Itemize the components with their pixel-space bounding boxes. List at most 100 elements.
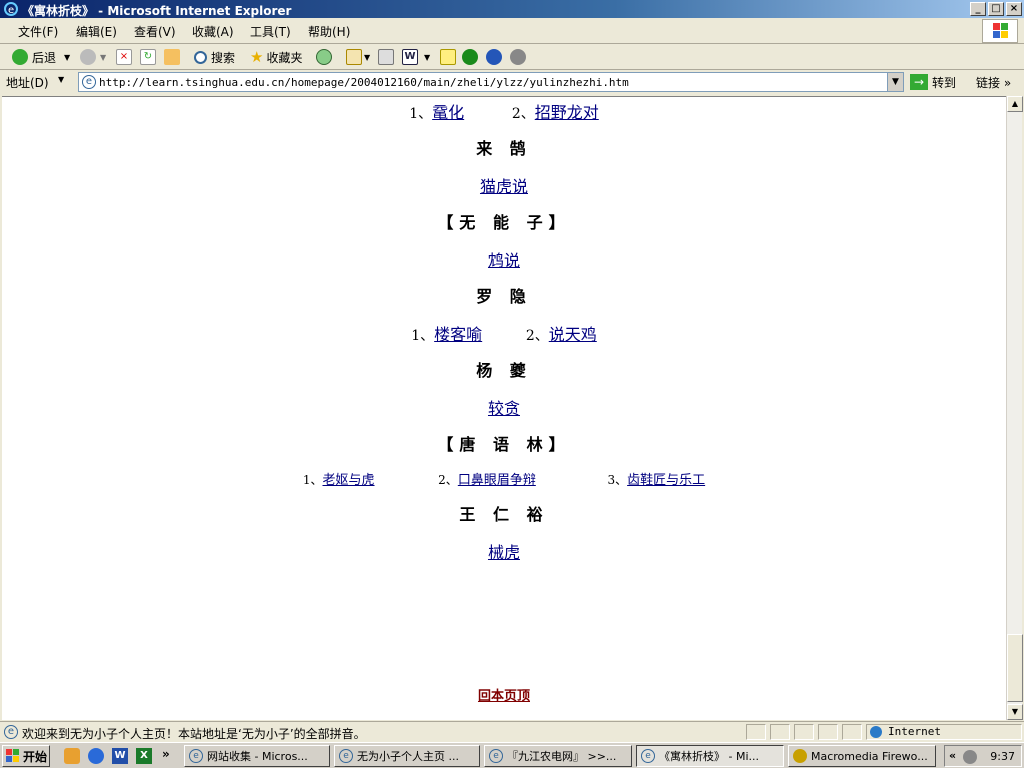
link-laoyu-yu-hu[interactable]: 老妪与虎 (323, 473, 375, 488)
windows-logo-icon (982, 19, 1018, 43)
status-panel (818, 724, 838, 740)
scroll-down-icon[interactable]: ▼ (1007, 704, 1023, 720)
search-button[interactable]: 搜索 (194, 48, 235, 66)
menu-bar: 文件(F) 编辑(E) 查看(V) 收藏(A) 工具(T) 帮助(H) (0, 18, 1024, 44)
status-panel (746, 724, 766, 740)
item-number: 2、 (438, 473, 458, 487)
forward-dropdown-icon[interactable]: ▼ (100, 53, 106, 62)
section-row-5: 1、老妪与虎 2、口鼻眼眉争辩 3、齿鞋匠与乐工 (2, 469, 1006, 488)
stop-icon: × (116, 49, 132, 65)
go-label: 转到 (932, 75, 957, 90)
tray-expand-icon[interactable]: « (949, 749, 956, 762)
section-row-3: 1、楼客喻 2、说天鸡 (2, 321, 1006, 345)
volume-icon[interactable] (963, 750, 977, 764)
status-panel (794, 724, 814, 740)
mail-button[interactable]: ▼ (346, 48, 370, 66)
link-yuanhua[interactable]: 鼋化 (432, 103, 464, 122)
taskbar-item[interactable]: e 『九江农电网』 >>... (484, 745, 632, 767)
menu-help[interactable]: 帮助(H) (308, 23, 350, 40)
quicklaunch-more-icon[interactable]: » (162, 747, 170, 761)
forward-arrow-icon (80, 49, 96, 65)
link-jiao-tan[interactable]: 较贪 (488, 399, 520, 418)
refresh-button[interactable]: ↻ (140, 48, 156, 66)
address-dropdown-icon[interactable]: ▼ (887, 73, 903, 91)
scroll-thumb[interactable] (1007, 634, 1023, 702)
forward-button[interactable]: ▼ (80, 48, 106, 66)
minimize-button[interactable]: _ (970, 2, 986, 16)
address-label: 地址(D) (6, 76, 49, 90)
page-content: 1、鼋化 2、招野龙对 来 鹄 猫虎说 【无 能 子】 鸩说 罗 隐 1、楼客喻… (2, 96, 1006, 720)
link-zhaoye-longdui[interactable]: 招野龙对 (535, 103, 599, 122)
taskbar-item-active[interactable]: e 《寓林折枝》 - Mi... (636, 745, 784, 767)
printer-icon (378, 49, 394, 65)
address-input[interactable]: e http://learn.tsinghua.edu.cn/homepage/… (78, 72, 904, 92)
go-button[interactable]: → 转到 (910, 72, 956, 92)
start-button[interactable]: 开始 (2, 745, 50, 767)
back-to-top-link[interactable]: 回本页顶 (478, 689, 530, 704)
links-button[interactable]: 链接 » (976, 74, 1011, 91)
link-xiejiang-yuegong[interactable]: 齿鞋匠与乐工 (627, 473, 705, 488)
link-xie-hu[interactable]: 械虎 (488, 543, 520, 562)
svg-text:e: e (8, 5, 14, 16)
ie-icon: e (339, 749, 353, 763)
menu-tools[interactable]: 工具(T) (250, 23, 291, 40)
taskbar-item[interactable]: e 无为小子个人主页 ... (334, 745, 480, 767)
history-button[interactable] (316, 48, 332, 66)
menu-file[interactable]: 文件(F) (18, 23, 58, 40)
star-icon: ★ (250, 48, 264, 66)
section-link: 鸩说 (2, 247, 1006, 271)
web-button[interactable] (462, 48, 478, 66)
link-louke-yu[interactable]: 楼客喻 (434, 325, 482, 344)
people-button[interactable] (510, 48, 526, 66)
taskbar-item[interactable]: e 网站收集 - Micros... (184, 745, 330, 767)
refresh-icon: ↻ (140, 49, 156, 65)
task-label: 无为小子个人主页 ... (357, 750, 459, 763)
quicklaunch-ie-icon[interactable] (88, 748, 104, 764)
scroll-up-icon[interactable]: ▲ (1007, 96, 1023, 112)
edit-button[interactable]: W ▼ (402, 48, 430, 66)
stop-button[interactable]: × (116, 48, 132, 66)
search-label: 搜索 (211, 50, 236, 65)
home-button[interactable] (164, 48, 180, 66)
vertical-scrollbar[interactable]: ▲ ▼ (1006, 96, 1023, 720)
link-zhen-shuo[interactable]: 鸩说 (488, 251, 520, 270)
search-icon (194, 50, 207, 64)
close-button[interactable]: × (1006, 2, 1022, 16)
back-dropdown-icon[interactable]: ▼ (64, 53, 70, 62)
messenger-button[interactable] (486, 48, 502, 66)
link-maohu-shuo[interactable]: 猫虎说 (480, 177, 528, 196)
back-button[interactable]: 后退 ▼ (12, 48, 70, 66)
address-url: http://learn.tsinghua.edu.cn/homepage/20… (99, 76, 629, 89)
quicklaunch-word-icon[interactable]: W (112, 748, 128, 764)
clock[interactable]: 9:37 (990, 750, 1015, 763)
menu-view[interactable]: 查看(V) (134, 23, 176, 40)
author-heading: 杨 夔 (476, 361, 532, 380)
windows-flag-icon (6, 749, 19, 762)
favorites-label: 收藏夹 (266, 50, 303, 65)
task-label: 『九江农电网』 >>... (507, 750, 617, 763)
globe-icon (462, 49, 478, 65)
history-icon (316, 49, 332, 65)
discuss-button[interactable] (440, 48, 456, 66)
item-number: 2、 (511, 106, 535, 122)
quicklaunch-tool-icon[interactable] (64, 748, 80, 764)
home-icon (164, 49, 180, 65)
restore-button[interactable]: □ (988, 2, 1004, 16)
item-number: 1、 (409, 106, 433, 122)
section-row-0: 1、鼋化 2、招野龙对 (2, 99, 1006, 123)
favorites-button[interactable]: ★ 收藏夹 (250, 48, 302, 66)
quicklaunch-excel-icon[interactable]: X (136, 748, 152, 764)
back-arrow-icon (12, 49, 28, 65)
taskbar-item[interactable]: Macromedia Firewo... (788, 745, 936, 767)
link-kou-bi-yan-mei[interactable]: 口鼻眼眉争辩 (458, 473, 536, 488)
menu-edit[interactable]: 编辑(E) (76, 23, 117, 40)
system-tray: « 9:37 (944, 745, 1022, 767)
fireworks-icon (793, 749, 807, 763)
menu-favorites[interactable]: 收藏(A) (192, 23, 234, 40)
print-button[interactable] (378, 48, 394, 66)
title-bar[interactable]: e 《寓林折枝》 - Microsoft Internet Explorer _… (0, 0, 1024, 18)
address-label-dropdown-icon[interactable]: ▼ (58, 75, 64, 84)
section-link: 猫虎说 (2, 173, 1006, 197)
status-panel (842, 724, 862, 740)
link-shuo-tianji[interactable]: 说天鸡 (549, 325, 597, 344)
